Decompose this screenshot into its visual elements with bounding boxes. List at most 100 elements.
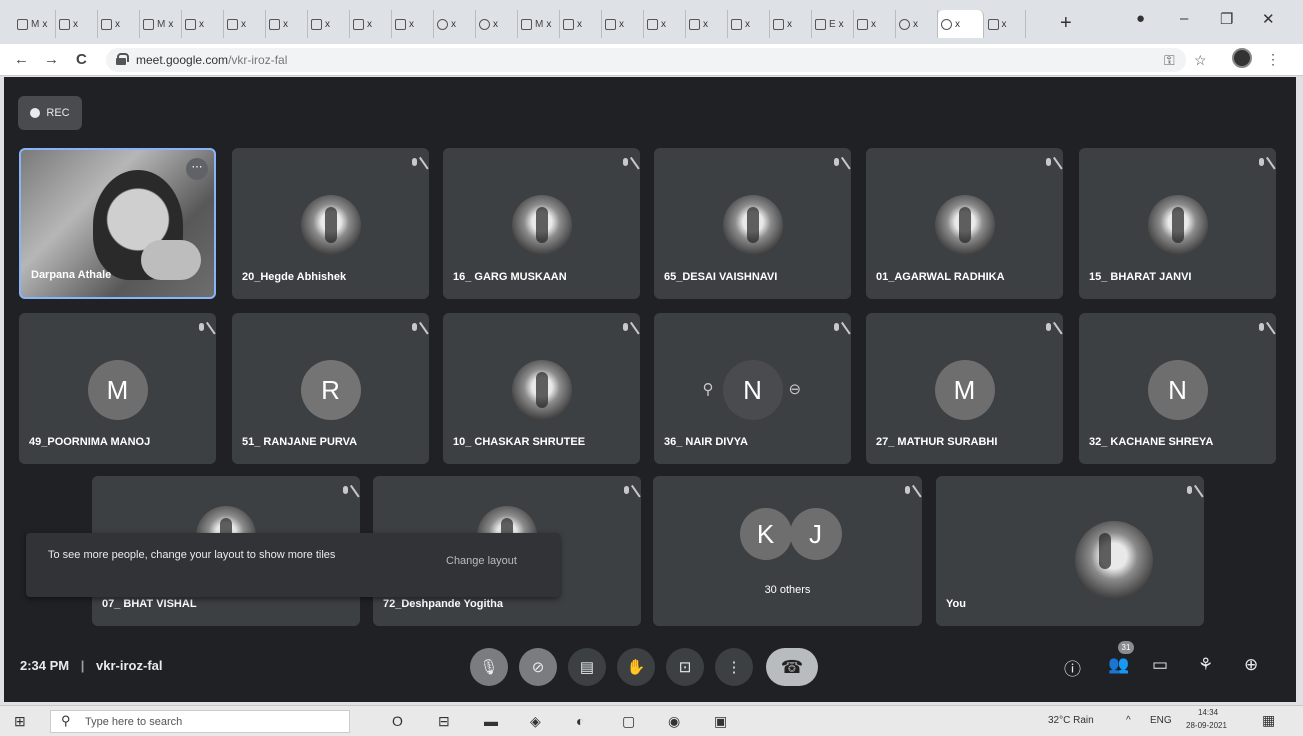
browser-tab[interactable]: x (56, 10, 98, 38)
tab-close-button[interactable]: x (546, 19, 551, 30)
tab-close-button[interactable]: x (168, 19, 173, 30)
reload-button[interactable]: C (76, 51, 87, 68)
calculator-icon[interactable]: ▬ (484, 713, 498, 729)
browser-tab[interactable]: x (434, 10, 476, 38)
participant-tile[interactable]: 15_ BHARAT JANVI (1079, 148, 1276, 299)
browser-tab[interactable]: x (182, 10, 224, 38)
weather-widget[interactable]: 32°C Rain (1048, 715, 1094, 726)
tab-close-button[interactable]: x (199, 19, 204, 30)
browser-tab[interactable]: x (854, 10, 896, 38)
close-window-button[interactable]: ✕ (1262, 10, 1275, 28)
browser-tab[interactable]: x (98, 10, 140, 38)
back-button[interactable]: ← (14, 51, 29, 68)
participant-tile[interactable]: K J 30 others (653, 476, 922, 626)
profile-circle-icon[interactable]: ● (1136, 10, 1145, 27)
browser-tab[interactable]: x (350, 10, 392, 38)
chrome-icon[interactable]: ◉ (668, 713, 680, 730)
participant-tile[interactable]: 10_ CHASKAR SHRUTEE (443, 313, 640, 464)
tab-close-button[interactable]: x (493, 19, 498, 30)
tray-chevron[interactable]: ^ (1126, 715, 1131, 726)
participant-tile[interactable]: 65_DESAI VAISHNAVI (654, 148, 851, 299)
browser-tab[interactable]: x (770, 10, 812, 38)
tab-close-button[interactable]: x (409, 19, 414, 30)
photos-icon[interactable]: ▣ (714, 713, 727, 730)
more-options-button[interactable]: ⋮ (715, 648, 753, 686)
activities-button[interactable]: ⚘ (1198, 655, 1213, 675)
profile-avatar[interactable] (1232, 48, 1252, 68)
tile-more-options-icon[interactable]: ⋯ (186, 158, 208, 180)
chrome-menu-icon[interactable]: ⋮ (1266, 51, 1280, 68)
participant-tile[interactable]: M 49_POORNIMA MANOJ (19, 313, 216, 464)
start-button[interactable]: ⊞ (14, 713, 26, 730)
taskbar-time[interactable]: 14:34 (1198, 708, 1218, 717)
minimize-button[interactable]: – (1180, 10, 1188, 27)
tab-close-button[interactable]: x (367, 19, 372, 30)
tab-close-button[interactable]: x (42, 19, 47, 30)
participant-tile[interactable]: You (936, 476, 1204, 626)
tab-close-button[interactable]: x (451, 19, 456, 30)
meeting-info-button[interactable]: ⓘ (1064, 655, 1081, 680)
browser-tab[interactable]: Mx (14, 10, 56, 38)
camera-toggle-button[interactable]: ⊘ (519, 648, 557, 686)
bookmark-star-icon[interactable]: ☆ (1194, 52, 1207, 69)
pin-icon[interactable]: ⚲ (703, 380, 714, 398)
tab-close-button[interactable]: x (955, 19, 960, 30)
participant-tile[interactable]: M 27_ MATHUR SURABHI (866, 313, 1063, 464)
tab-close-button[interactable]: x (619, 19, 624, 30)
new-tab-button[interactable]: + (1060, 12, 1072, 35)
tab-close-button[interactable]: x (871, 19, 876, 30)
participant-tile[interactable]: ⋯ Darpana Athale (19, 148, 216, 299)
participant-tile[interactable]: N 32_ KACHANE SHREYA (1079, 313, 1276, 464)
taskbar-search[interactable]: ⚲ Type here to search (50, 710, 350, 733)
chat-button[interactable]: ▭ (1152, 655, 1168, 675)
browser-tab[interactable]: x (728, 10, 770, 38)
browser-tab[interactable]: x (896, 10, 938, 38)
participant-tile[interactable]: 16_ GARG MUSKAAN (443, 148, 640, 299)
host-controls-button[interactable]: ⊕ (1244, 655, 1258, 675)
browser-tab[interactable]: x (392, 10, 434, 38)
browser-tab[interactable]: x (686, 10, 728, 38)
tab-close-button[interactable]: x (839, 19, 844, 30)
tab-close-button[interactable]: x (325, 19, 330, 30)
browser-tab[interactable]: x (266, 10, 308, 38)
office-icon[interactable]: ◈ (530, 713, 541, 730)
tab-close-button[interactable]: x (745, 19, 750, 30)
tab-close-button[interactable]: x (241, 19, 246, 30)
browser-tab[interactable]: Ex (812, 10, 854, 38)
browser-tab[interactable]: x (476, 10, 518, 38)
present-button[interactable]: ⊡ (666, 648, 704, 686)
forward-button[interactable]: → (44, 51, 59, 68)
browser-tab[interactable]: x (985, 10, 1026, 38)
microphone-toggle-button[interactable]: 🎙 (470, 648, 508, 686)
address-bar[interactable]: meet.google.com/vkr-iroz-fal ⚿ ☆ (106, 48, 1207, 72)
browser-tab[interactable]: Mx (140, 10, 182, 38)
participant-tile[interactable]: R 51_ RANJANE PURVA (232, 313, 429, 464)
participant-tile[interactable]: 01_AGARWAL RADHIKA (866, 148, 1063, 299)
change-layout-button[interactable]: Change layout (446, 555, 517, 567)
tab-close-button[interactable]: x (115, 19, 120, 30)
language-indicator[interactable]: ENG (1150, 715, 1172, 726)
tab-close-button[interactable]: x (913, 19, 918, 30)
people-button[interactable]: 👥 (1108, 655, 1129, 675)
tab-close-button[interactable]: x (703, 19, 708, 30)
browser-tab[interactable]: x (224, 10, 266, 38)
key-icon[interactable]: ⚿ (1164, 52, 1175, 69)
lock-icon[interactable] (116, 53, 129, 65)
tab-close-button[interactable]: x (283, 19, 288, 30)
notification-icon[interactable]: ▦ (1262, 712, 1275, 729)
browser-tab[interactable]: x (560, 10, 602, 38)
remove-icon[interactable]: ⊖ (789, 380, 802, 398)
edge-icon[interactable]: ◐ (576, 713, 584, 729)
file-explorer-icon[interactable]: ▢ (622, 713, 635, 730)
cortana-icon[interactable]: O (392, 713, 403, 729)
tab-close-button[interactable]: x (577, 19, 582, 30)
captions-button[interactable]: ▤ (568, 648, 606, 686)
browser-tab[interactable]: x (938, 10, 984, 38)
task-view-icon[interactable]: ⊟ (438, 713, 450, 730)
browser-tab[interactable]: x (308, 10, 350, 38)
tab-close-button[interactable]: x (1002, 19, 1007, 30)
raise-hand-button[interactable]: ✋ (617, 648, 655, 686)
tab-close-button[interactable]: x (661, 19, 666, 30)
tab-close-button[interactable]: x (73, 19, 78, 30)
browser-tab[interactable]: x (602, 10, 644, 38)
